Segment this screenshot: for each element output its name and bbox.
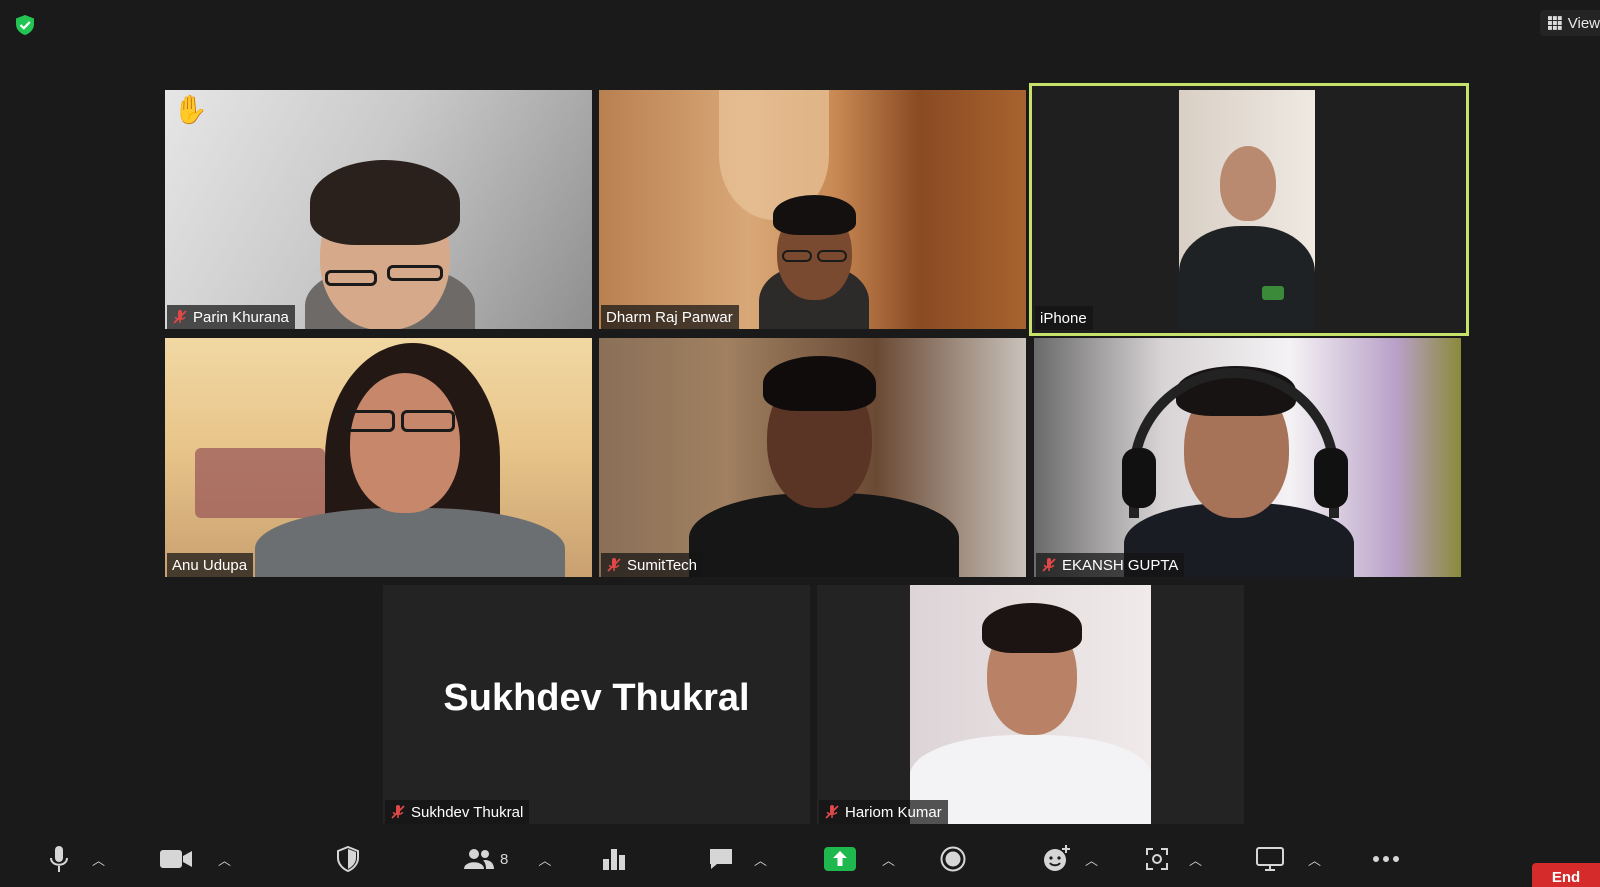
record-button[interactable] bbox=[940, 841, 966, 877]
chat-options-caret-icon[interactable]: ︿ bbox=[754, 850, 767, 869]
video-control[interactable]: ︿ bbox=[160, 841, 231, 877]
more-icon[interactable] bbox=[1372, 855, 1400, 863]
participant-name-tag: iPhone bbox=[1035, 306, 1093, 330]
audio-options-caret-icon[interactable]: ︿ bbox=[92, 850, 105, 869]
participant-name: Anu Udupa bbox=[172, 556, 248, 574]
record-icon[interactable] bbox=[940, 846, 966, 872]
security-shield-icon[interactable] bbox=[336, 846, 360, 872]
participant-name: Dharm Raj Panwar bbox=[606, 308, 733, 326]
participant-video bbox=[165, 338, 592, 577]
participants-button[interactable]: 8 ︿ bbox=[464, 841, 551, 877]
share-screen-button[interactable]: ︿ bbox=[824, 841, 895, 877]
video-tile-dharm-raj-panwar[interactable]: Dharm Raj Panwar bbox=[599, 90, 1026, 329]
meeting-toolbar: ︿ ︿ 8 ︿ ︿ ︿ ︿ ︿ ︿ End bbox=[0, 831, 1600, 887]
participant-name: iPhone bbox=[1040, 309, 1087, 327]
video-tile-sumittech[interactable]: SumitTech bbox=[599, 338, 1026, 577]
grid-view-icon bbox=[1548, 16, 1562, 30]
whiteboard-button[interactable]: ︿ bbox=[1256, 841, 1321, 877]
chat-button[interactable]: ︿ bbox=[708, 841, 767, 877]
participant-video bbox=[1034, 338, 1461, 577]
raised-hand-icon: ✋ bbox=[173, 94, 208, 125]
participant-name: SumitTech bbox=[627, 556, 698, 574]
share-screen-icon[interactable] bbox=[824, 847, 856, 871]
polls-button[interactable] bbox=[602, 841, 626, 877]
share-options-caret-icon[interactable]: ︿ bbox=[882, 850, 895, 869]
reactions-icon[interactable] bbox=[1043, 845, 1071, 873]
muted-microphone-icon bbox=[607, 558, 621, 572]
video-options-caret-icon[interactable]: ︿ bbox=[218, 850, 231, 869]
participant-name: Sukhdev Thukral bbox=[411, 803, 524, 821]
chat-icon[interactable] bbox=[708, 847, 734, 871]
audio-control[interactable]: ︿ bbox=[48, 841, 105, 877]
whiteboard-options-caret-icon[interactable]: ︿ bbox=[1308, 850, 1321, 869]
participant-name: EKANSH GUPTA bbox=[1062, 556, 1179, 574]
view-button[interactable]: View bbox=[1540, 10, 1600, 36]
video-tile-iphone[interactable]: iPhone bbox=[1029, 83, 1469, 336]
participant-video bbox=[165, 90, 592, 329]
apps-options-caret-icon[interactable]: ︿ bbox=[1189, 850, 1202, 869]
participant-name: Hariom Kumar bbox=[845, 803, 942, 821]
polls-icon[interactable] bbox=[602, 847, 626, 871]
video-tile-ekansh-gupta[interactable]: EKANSH GUPTA bbox=[1034, 338, 1461, 577]
security-button[interactable] bbox=[336, 841, 360, 877]
participant-video bbox=[817, 585, 1244, 824]
video-tile-hariom-kumar[interactable]: Hariom Kumar bbox=[817, 585, 1244, 824]
participant-name-tag: EKANSH GUPTA bbox=[1036, 553, 1185, 577]
participant-name-tag: Parin Khurana bbox=[167, 305, 295, 329]
more-button[interactable] bbox=[1372, 841, 1400, 877]
muted-microphone-icon bbox=[1042, 558, 1056, 572]
participant-name-tag: Hariom Kumar bbox=[819, 800, 948, 824]
end-meeting-button[interactable]: End bbox=[1532, 863, 1600, 887]
reactions-button[interactable]: ︿ bbox=[1043, 841, 1098, 877]
participant-video bbox=[1032, 86, 1466, 333]
whiteboard-icon[interactable] bbox=[1256, 847, 1284, 871]
participants-options-caret-icon[interactable]: ︿ bbox=[538, 850, 551, 869]
reactions-options-caret-icon[interactable]: ︿ bbox=[1085, 850, 1098, 869]
video-camera-icon[interactable] bbox=[160, 849, 192, 869]
participant-video bbox=[599, 338, 1026, 577]
video-tile-anu-udupa[interactable]: Anu Udupa bbox=[165, 338, 592, 577]
participant-name-tag: Dharm Raj Panwar bbox=[601, 305, 739, 329]
participant-name-tag: SumitTech bbox=[601, 553, 704, 577]
participant-video bbox=[599, 90, 1026, 329]
view-label: View bbox=[1567, 14, 1600, 32]
muted-microphone-icon bbox=[391, 805, 405, 819]
participant-display-name: Sukhdev Thukral bbox=[443, 677, 750, 719]
muted-microphone-icon bbox=[173, 310, 187, 324]
participant-name-tag: Anu Udupa bbox=[167, 553, 254, 577]
participant-name: Parin Khurana bbox=[193, 308, 289, 326]
video-tile-sukhdev-thukral[interactable]: Sukhdev Thukral Sukhdev Thukral bbox=[383, 585, 810, 824]
participant-name-tag: Sukhdev Thukral bbox=[385, 800, 530, 824]
encryption-shield-icon[interactable] bbox=[14, 14, 36, 36]
muted-microphone-icon bbox=[825, 805, 839, 819]
video-tile-parin-khurana[interactable]: ✋ Parin Khurana bbox=[165, 90, 592, 329]
apps-button[interactable]: ︿ bbox=[1145, 841, 1202, 877]
participants-icon[interactable] bbox=[464, 848, 494, 870]
apps-icon[interactable] bbox=[1145, 847, 1169, 871]
microphone-icon[interactable] bbox=[48, 845, 70, 873]
participants-count: 8 bbox=[500, 850, 509, 868]
